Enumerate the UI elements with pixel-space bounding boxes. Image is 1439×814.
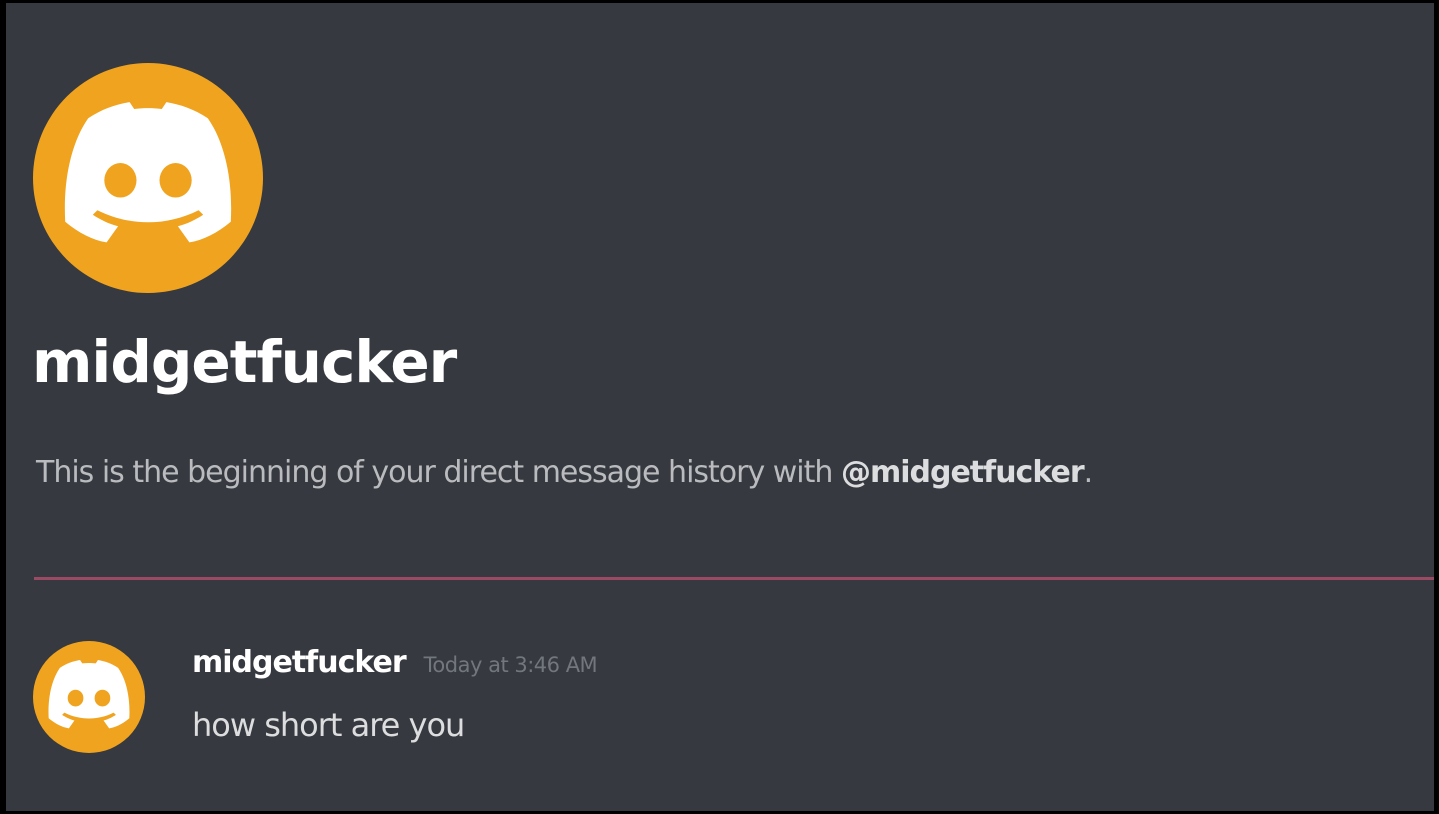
- message-avatar[interactable]: [33, 641, 145, 753]
- dm-intro-text: This is the beginning of your direct mes…: [36, 455, 841, 490]
- user-mention[interactable]: @midgetfucker: [841, 455, 1085, 490]
- discord-logo-icon: [48, 660, 130, 729]
- dm-channel: midgetfucker This is the beginning of yo…: [6, 3, 1434, 811]
- message-text: how short are you: [192, 706, 465, 744]
- message-timestamp: Today at 3:46 AM: [423, 653, 598, 677]
- discord-logo-icon: [64, 102, 232, 243]
- dm-title: midgetfucker: [32, 328, 457, 396]
- message-header: midgetfucker Today at 3:46 AM: [192, 645, 598, 680]
- dm-intro-suffix: .: [1083, 455, 1093, 490]
- dm-intro: This is the beginning of your direct mes…: [36, 455, 1093, 490]
- message-author[interactable]: midgetfucker: [192, 645, 407, 680]
- new-messages-divider: [34, 577, 1434, 580]
- user-avatar-large[interactable]: [33, 63, 263, 293]
